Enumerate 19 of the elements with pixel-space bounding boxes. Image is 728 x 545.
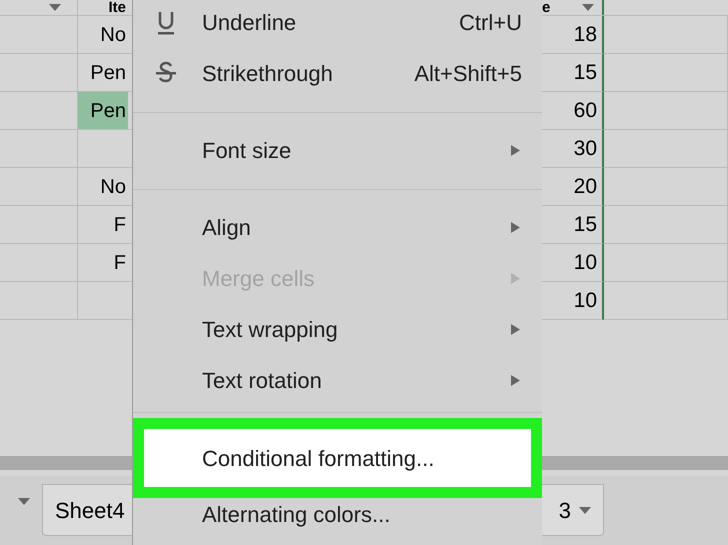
menu-item[interactable]: Text rotation <box>133 355 542 406</box>
tab-menu-caret-icon[interactable] <box>579 506 591 514</box>
underline-icon <box>155 10 177 36</box>
menu-item[interactable]: Font size <box>133 125 542 176</box>
column-header: Ite <box>108 0 126 16</box>
menu-item[interactable]: Text wrapping <box>133 304 542 355</box>
sheet-list-caret-icon[interactable] <box>18 498 30 505</box>
menu-item[interactable]: Align <box>133 202 542 253</box>
table-cell: F <box>78 244 128 282</box>
menu-item[interactable]: Strikethrough Alt+Shift+5 <box>133 48 542 99</box>
dropdown-caret-icon[interactable] <box>49 4 61 11</box>
table-cell: No <box>78 168 128 206</box>
column-header: e <box>542 0 550 16</box>
table-cell: Pen <box>78 92 128 130</box>
menu-item[interactable]: Conditional formatting... <box>133 418 542 498</box>
dropdown-caret-icon[interactable] <box>582 4 594 11</box>
table-cell: F <box>78 206 128 244</box>
menu-item[interactable]: Underline Ctrl+U <box>133 0 542 48</box>
table-cell: No <box>78 16 128 54</box>
